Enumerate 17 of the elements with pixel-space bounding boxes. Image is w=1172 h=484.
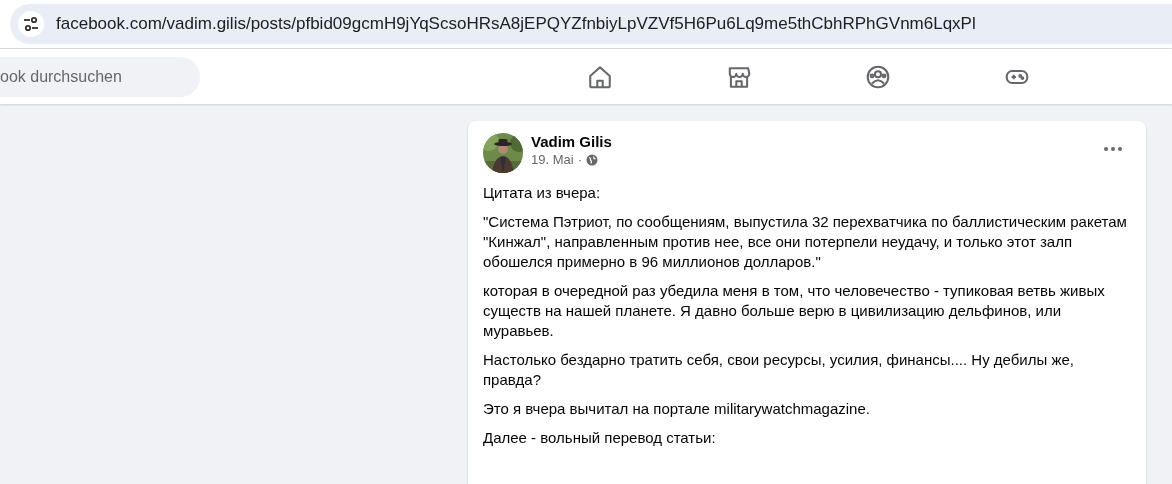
post-paragraph: Далее - вольный перевод статьи:: [483, 428, 717, 448]
site-settings-icon[interactable]: [18, 11, 44, 37]
people-circle-icon[interactable]: [865, 63, 891, 90]
author-name[interactable]: Vadim Gilis: [531, 133, 612, 150]
home-icon[interactable]: [587, 63, 613, 90]
separator: ·: [577, 152, 582, 167]
post-paragraph: "Система Пэтриот, по сообщениям, выпустила 32 перехватчика по баллистическим ракетам "Кинжал", направленным против нее, все они потерпели неудачу, и только этот залп обошелся примерно в 96 миллионов долларов.": [483, 212, 1128, 272]
post-paragraph: которая в очередной раз убедила меня в том, что человечество - тупиковая ветвь живых существ на нашей планете. Я давно больше верю в цивилизацию дельфинов, или муравьев.: [483, 281, 1106, 341]
globe-icon: [586, 153, 598, 166]
more-options-icon[interactable]: [1104, 147, 1122, 151]
address-bar[interactable]: facebook.com/vadim.gilis/posts/pfbid09gcmH9jYqScsoHRsA8jEPQYZfnbiyLpVZVf5H6Pu6Lq9me5thCbhRPhGVnm6LqxPl: [10, 4, 1172, 44]
post-paragraph: Цитата из вчера:: [483, 183, 602, 203]
search-field[interactable]: ook durchsuchen: [0, 56, 200, 97]
post-date[interactable]: 19. Mai: [531, 152, 574, 167]
post-paragraph: Настолько бездарно тратить себя, свои ресурсы, усилия, финансы.... Ну дебилы же, правда?: [483, 350, 1075, 390]
url-text: facebook.com/vadim.gilis/posts/pfbid09gcmH9jYqScsoHRsA8jEPQYZfnbiyLpVZVf5H6Pu6Lq9me5thCbhRPhGVnm6LqxPl: [56, 14, 976, 34]
post-paragraph: Это я вчера вычитал на портале militarywatchmagazine.: [483, 399, 871, 419]
